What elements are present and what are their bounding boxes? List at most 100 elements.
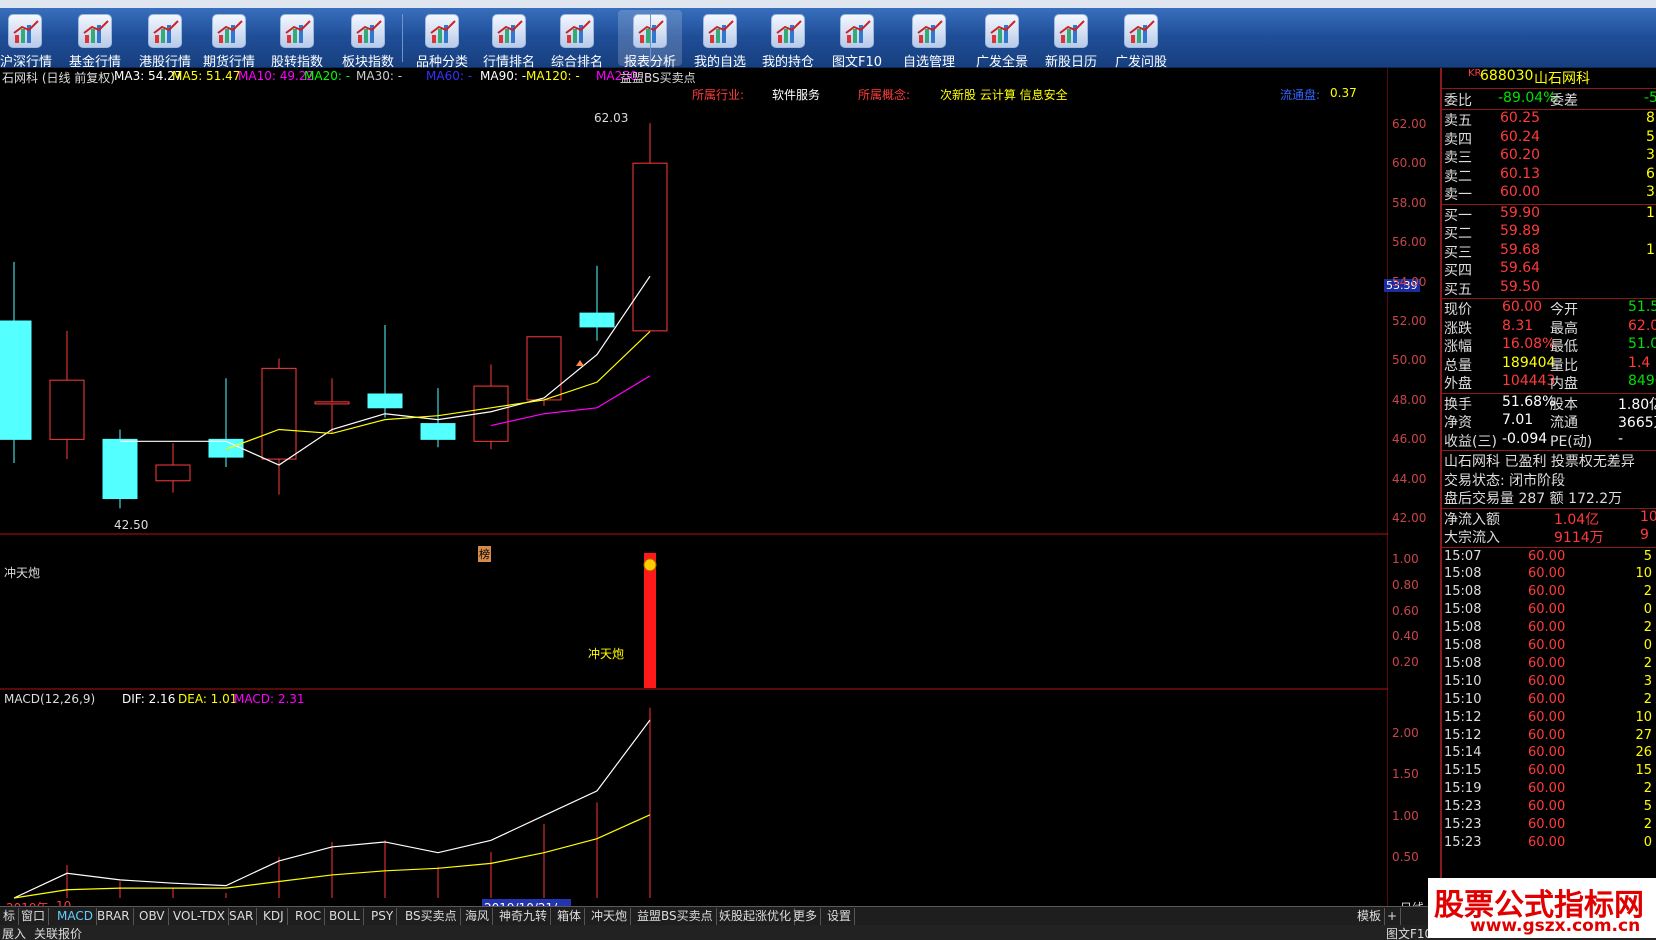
tab-18[interactable]: 更多 <box>790 908 822 925</box>
tab-14[interactable]: 箱体 <box>554 908 586 925</box>
stock-name: 山石网科 <box>1534 71 1590 87</box>
toolbar-button-16[interactable]: 广发问股 <box>1106 10 1176 70</box>
tab-2[interactable]: MACD <box>54 908 97 925</box>
toolbar-button-2[interactable]: 港股行情 <box>132 10 198 70</box>
market-icon <box>8 14 42 48</box>
tab-12[interactable]: 海风 <box>462 908 494 925</box>
ask-icon <box>1124 14 1158 48</box>
tick-vol: 0 <box>1643 638 1652 653</box>
toolbar-button-12[interactable]: 图文F10 <box>826 10 888 70</box>
tab-16[interactable]: 益盟BS买卖点 <box>634 908 717 925</box>
quote-label: 今开 <box>1550 302 1578 318</box>
industry-label: 所属行业: <box>692 88 745 102</box>
tick-vol: 26 <box>1635 745 1652 761</box>
tick-vol: 0 <box>1643 602 1652 618</box>
tick-vol: 2 <box>1643 655 1652 671</box>
toolbar-button-13[interactable]: 自选管理 <box>896 10 962 70</box>
tick-row: 15:08 60.00 0 <box>1444 602 1656 619</box>
rank-icon <box>492 14 526 48</box>
tab-19[interactable]: 设置 <box>824 908 856 925</box>
watermark: 股票公式指标网 www.gszx.com.cn <box>1428 878 1656 938</box>
toolbar-separator <box>650 14 651 62</box>
candle-body <box>526 336 562 401</box>
quote-value: 51.0 <box>1628 336 1656 352</box>
tab-13[interactable]: 神奇九转 <box>496 908 552 925</box>
tick-row: 15:08 60.00 2 <box>1444 656 1656 673</box>
ma-legend-item: MA90: - <box>480 69 527 83</box>
chart-stock-title: 石网科 (日线 前复权) <box>2 71 115 85</box>
toolbar-button-15[interactable]: 新股日历 <box>1040 10 1102 70</box>
stat-value: 3665万 <box>1618 415 1656 431</box>
y-tick-label: 1.00 <box>1392 551 1419 566</box>
tab-10[interactable]: PSY <box>368 908 398 925</box>
y-tick-label: 0.60 <box>1392 603 1419 618</box>
sell-row: 卖五 60.25 8 <box>1444 110 1656 129</box>
panorama-icon <box>985 14 1019 48</box>
flow-value: 1.04亿 <box>1554 511 1600 528</box>
stat-label: 换手 <box>1444 396 1472 413</box>
tab-6[interactable]: SAR <box>226 908 258 925</box>
quote-label: 最高 <box>1550 320 1578 337</box>
tab-15[interactable]: 冲天炮 <box>588 908 632 925</box>
toolbar-button-11[interactable]: 我的持仓 <box>757 10 819 70</box>
tab-17[interactable]: 妖股起涨优化 <box>716 908 796 925</box>
tick-row: 15:08 60.00 2 <box>1444 584 1656 601</box>
tab-11[interactable]: BS买卖点 <box>402 908 461 925</box>
stat-label: 收益(三) <box>1444 433 1497 450</box>
tab-8[interactable]: ROC <box>292 908 326 925</box>
sell-price: 60.00 <box>1500 184 1541 200</box>
tick-time: 15:15 <box>1444 763 1482 779</box>
tick-time: 15:23 <box>1444 834 1482 850</box>
futures-icon <box>212 14 246 48</box>
toolbar-button-3[interactable]: 期货行情 <box>198 10 260 70</box>
tick-time: 15:23 <box>1444 817 1482 832</box>
stat-row: 净资 7.01 流通 3665万 <box>1444 412 1656 431</box>
tick-price: 60.00 <box>1528 763 1566 779</box>
tab-7[interactable]: KDJ <box>260 908 288 925</box>
quote-label: 涨幅 <box>1444 339 1472 355</box>
tick-time: 15:08 <box>1444 655 1482 671</box>
globe-icon <box>280 14 314 48</box>
tab-1[interactable]: 窗口 <box>18 908 50 925</box>
tick-price: 60.00 <box>1528 691 1566 707</box>
y-tick-label: 58.00 <box>1392 195 1427 210</box>
status-left[interactable]: 展入 <box>2 925 26 940</box>
toolbar-button-1[interactable]: 基金行情 <box>62 10 128 70</box>
quote-label: 现价 <box>1444 302 1472 318</box>
toolbar-button-0[interactable]: 沪深行情 <box>0 10 52 70</box>
status-f10[interactable]: 图文F10 <box>1386 925 1432 940</box>
tab-4[interactable]: OBV <box>136 908 169 925</box>
toolbar-button-10[interactable]: 我的自选 <box>688 10 752 70</box>
tick-row: 15:15 60.00 15 <box>1444 763 1656 780</box>
toolbar-separator <box>402 14 403 62</box>
quote-panel: KR688030山石网科委比-89.04%委差-53卖五60.258卖四60.2… <box>1440 68 1656 924</box>
toolbar-button-4[interactable]: 股转指数 <box>266 10 328 70</box>
tab-right-0[interactable]: 模板 <box>1354 908 1386 925</box>
toolbar-button-14[interactable]: 广发全景 <box>970 10 1034 70</box>
tab-0[interactable]: 标 <box>0 908 20 925</box>
toolbar-button-6[interactable]: 品种分类 <box>412 10 472 70</box>
toolbar-button-8[interactable]: 综合排名 <box>546 10 608 70</box>
stat-value: 51.68% <box>1502 393 1556 410</box>
candle-body <box>632 162 668 332</box>
y-tick-label: 56.00 <box>1392 235 1427 250</box>
tab-right-1[interactable]: + <box>1384 908 1402 925</box>
quote-label: 涨跌 <box>1444 320 1472 337</box>
buy-label: 买五 <box>1444 281 1472 298</box>
toolbar-button-7[interactable]: 行情排名 <box>478 10 540 70</box>
tab-9[interactable]: BOLL <box>326 908 364 925</box>
weicha-label: 委差 <box>1550 93 1578 109</box>
tick-price: 60.00 <box>1528 781 1566 797</box>
toolbar-button-5[interactable]: 板块指数 <box>336 10 400 70</box>
candle-body <box>420 423 456 440</box>
chart-area[interactable]: 石网科 (日线 前复权) MA3: 54.27 MA5: 51.47 MA10: 4… <box>0 68 1426 924</box>
status-linked-quote[interactable]: 关联报价 <box>34 925 82 940</box>
ma-legend-item: MA10: 49.22 <box>238 69 315 83</box>
quote-row: 总量 189404 量比 1.4 <box>1444 355 1656 374</box>
tab-5[interactable]: VOL-TDX <box>170 908 229 925</box>
title-strip <box>0 0 1656 8</box>
sell-row: 卖一 60.00 32 <box>1444 184 1656 203</box>
tick-price: 60.00 <box>1528 673 1566 689</box>
tab-3[interactable]: BRAR <box>94 908 134 925</box>
fund-icon <box>78 14 112 48</box>
